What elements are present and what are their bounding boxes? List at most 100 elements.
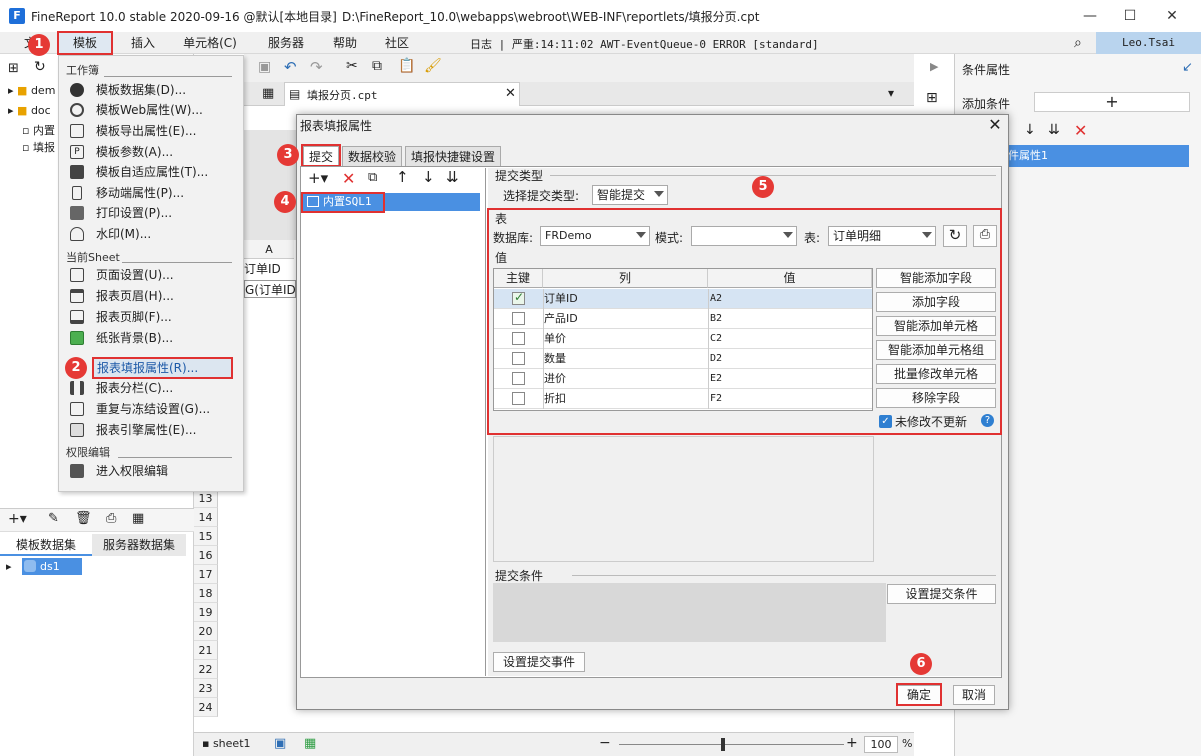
data-icon[interactable]: ▦ xyxy=(132,511,144,526)
delete-icon[interactable]: 🗑 xyxy=(75,511,92,526)
close-tab-icon[interactable]: ✕ xyxy=(505,86,516,101)
collapse-icon[interactable]: ↙ xyxy=(1182,60,1193,75)
primary-key-checkbox[interactable]: ✓ xyxy=(512,290,525,305)
save-icon[interactable]: ▣ xyxy=(258,59,271,75)
row-header[interactable]: 22 xyxy=(194,660,218,679)
copy-icon[interactable]: ⧉ xyxy=(372,58,382,74)
zoom-slider[interactable] xyxy=(619,744,844,745)
primary-key-checkbox[interactable] xyxy=(512,352,525,365)
menu-item-params[interactable]: P 模板参数(A)... xyxy=(64,142,234,162)
no-update-checkbox[interactable]: ✓ xyxy=(879,415,892,428)
undo-icon[interactable]: ↶ xyxy=(284,58,297,76)
preview-icon[interactable]: ⎙ xyxy=(106,511,116,526)
primary-key-checkbox[interactable] xyxy=(512,372,525,385)
set-submit-event-button[interactable]: 设置提交事件 xyxy=(493,652,585,672)
expand-right-icon[interactable]: ▶ xyxy=(930,60,938,73)
refresh-icon[interactable]: ↻ xyxy=(34,59,46,75)
close-icon[interactable]: ✕ xyxy=(1152,4,1192,28)
sheet-tab[interactable]: ▪ sheet1 xyxy=(202,737,251,750)
smart-add-cell-group-button[interactable]: 智能添加单元格组 xyxy=(876,340,996,360)
move-down-icon[interactable]: ↓ xyxy=(1024,122,1036,138)
menu-item-fill-attr[interactable]: 报表填报属性(R)... xyxy=(92,357,233,379)
remove-field-button[interactable]: 移除字段 xyxy=(876,388,996,408)
add-sheet-icon[interactable]: ▣ xyxy=(274,736,286,751)
primary-key-checkbox[interactable] xyxy=(512,312,525,325)
remove-submit-icon[interactable]: ✕ xyxy=(342,169,355,188)
smart-add-cell-button[interactable]: 智能添加单元格 xyxy=(876,316,996,336)
zoom-out-icon[interactable]: − xyxy=(599,735,611,751)
row-header[interactable]: 14 xyxy=(194,508,218,527)
condition-item[interactable]: 件属性1 xyxy=(1000,145,1189,167)
menu-item-adaptive[interactable]: 模板自适应属性(T)... xyxy=(64,162,234,182)
add-field-button[interactable]: 添加字段 xyxy=(876,292,996,312)
menu-item-print[interactable]: 打印设置(P)... xyxy=(64,203,234,223)
add-icon[interactable]: +▾ xyxy=(8,511,27,527)
menu-item-header[interactable]: 报表页眉(H)... xyxy=(64,286,234,306)
search-icon[interactable]: ⌕ xyxy=(1074,35,1082,51)
user-badge[interactable]: Leo.Tsai xyxy=(1096,32,1201,54)
file-tab[interactable]: ▤ 填报分页.cpt ✕ xyxy=(284,82,520,106)
menu-item-permission-edit[interactable]: 进入权限编辑 xyxy=(64,461,234,481)
delete-condition-icon[interactable]: ✕ xyxy=(1074,121,1087,140)
row-header[interactable]: 16 xyxy=(194,546,218,565)
paste-icon[interactable]: 📋 xyxy=(398,58,415,74)
cancel-button[interactable]: 取消 xyxy=(953,685,995,705)
dataset-expand-icon[interactable]: ▸ xyxy=(6,560,12,573)
mode-select[interactable] xyxy=(691,226,797,246)
row-header[interactable]: 15 xyxy=(194,527,218,546)
menu-help[interactable]: 帮助 xyxy=(322,32,368,54)
tree-item[interactable]: ▫ 填报 xyxy=(22,139,55,155)
move-bottom-icon[interactable]: ⇊ xyxy=(1048,122,1060,138)
maximize-icon[interactable]: ☐ xyxy=(1110,4,1150,28)
help-icon[interactable]: ? xyxy=(981,414,994,427)
move-bottom-icon[interactable]: ⇊ xyxy=(446,168,459,186)
row-header[interactable]: 23 xyxy=(194,679,218,698)
menu-item-web-attr[interactable]: 模板Web属性(W)... xyxy=(64,100,234,120)
submit-type-select[interactable]: 智能提交 xyxy=(592,185,668,205)
table-row[interactable]: 产品ID B2 xyxy=(494,309,872,329)
preview-table-button[interactable]: ⎙ xyxy=(973,225,997,247)
move-up-icon[interactable]: ↑ xyxy=(396,168,409,186)
redo-icon[interactable]: ↷ xyxy=(310,58,323,76)
menu-item-freeze[interactable]: 重复与冻结设置(G)... xyxy=(64,399,234,419)
set-submit-condition-button[interactable]: 设置提交条件 xyxy=(887,584,996,604)
table-row[interactable]: ✓ 订单ID A2 xyxy=(494,289,872,309)
copy-submit-icon[interactable]: ⧉ xyxy=(368,170,377,185)
primary-key-checkbox[interactable] xyxy=(512,332,525,345)
menu-item-paper-bg[interactable]: 纸张背景(B)... xyxy=(64,328,234,348)
table-select[interactable]: 订单明细 xyxy=(828,226,936,246)
format-brush-icon[interactable]: ▾ xyxy=(888,86,894,100)
add-poly-sheet-icon[interactable]: ▦ xyxy=(304,736,316,751)
zoom-value[interactable]: 100 xyxy=(864,736,898,753)
smart-add-field-button[interactable]: 智能添加字段 xyxy=(876,268,996,288)
row-header[interactable]: 24 xyxy=(194,698,218,717)
new-folder-icon[interactable]: ⊞ xyxy=(8,61,19,76)
edit-icon[interactable]: ✎ xyxy=(48,511,59,526)
tree-item[interactable]: ▸ ■ doc xyxy=(8,104,51,117)
column-header-key[interactable]: 主键 xyxy=(494,269,543,288)
row-header[interactable]: 17 xyxy=(194,565,218,584)
table-row[interactable]: 数量 D2 xyxy=(494,349,872,369)
row-header[interactable]: 20 xyxy=(194,622,218,641)
menu-community[interactable]: 社区 xyxy=(374,32,420,54)
menu-cell[interactable]: 单元格(C) xyxy=(172,32,248,54)
menu-item-columns[interactable]: 报表分栏(C)... xyxy=(64,378,234,398)
format-painter-icon[interactable]: 🖌 xyxy=(424,58,442,74)
menu-item-engine[interactable]: 报表引擎属性(E)... xyxy=(64,420,234,440)
menu-item-export-attr[interactable]: 模板导出属性(E)... xyxy=(64,121,234,141)
menu-item-footer[interactable]: 报表页脚(F)... xyxy=(64,307,234,327)
database-select[interactable]: FRDemo xyxy=(540,226,650,246)
minimize-icon[interactable]: — xyxy=(1070,4,1110,28)
move-down-icon[interactable]: ↓ xyxy=(422,168,435,186)
column-header-column[interactable]: 列 xyxy=(543,269,708,288)
tab-shortcut[interactable]: 填报快捷键设置 xyxy=(405,146,501,166)
primary-key-checkbox[interactable] xyxy=(512,392,525,405)
menu-item-watermark[interactable]: 水印(M)... xyxy=(64,224,234,244)
table-row[interactable]: 折扣 F2 xyxy=(494,389,872,409)
menu-item-dataset[interactable]: 模板数据集(D)... xyxy=(64,80,234,100)
grid-icon[interactable]: ▦ xyxy=(262,86,274,101)
tree-item[interactable]: ▫ 内置 xyxy=(22,122,55,138)
add-submit-icon[interactable]: +▾ xyxy=(308,169,328,187)
tab-data-validation[interactable]: 数据校验 xyxy=(342,146,402,166)
table-row[interactable]: 单价 C2 xyxy=(494,329,872,349)
